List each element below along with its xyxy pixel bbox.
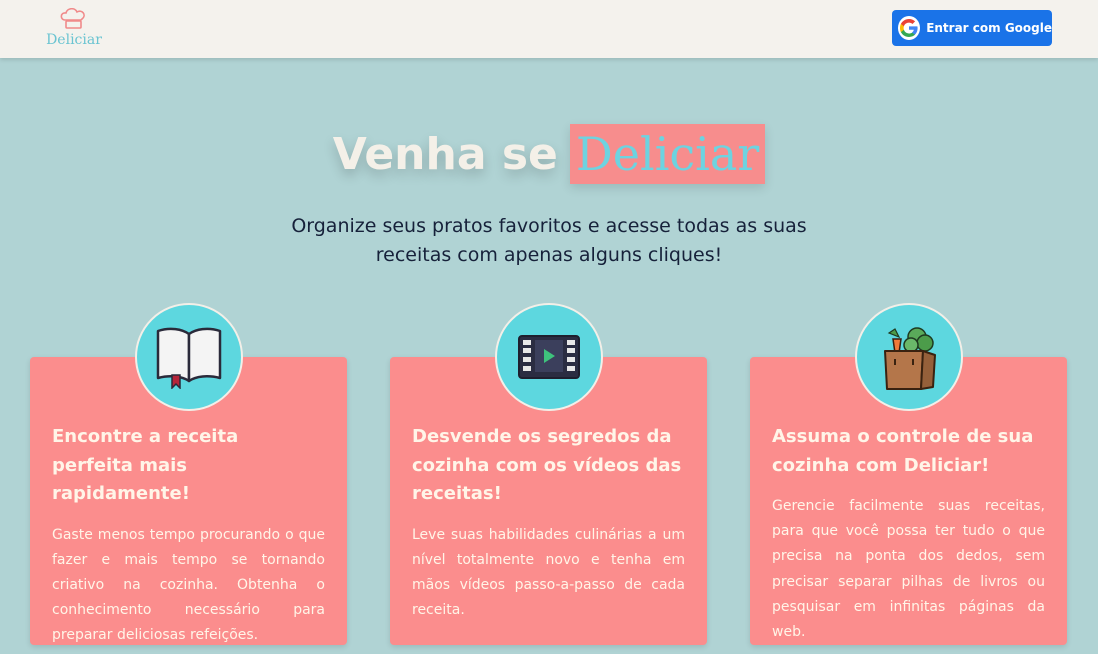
hero-title: Venha se Deliciar	[0, 122, 1098, 186]
logo-text: Deliciar	[46, 32, 102, 48]
feature-card-text: Gaste menos tempo procurando o que fazer…	[52, 526, 325, 644]
film-icon	[518, 335, 580, 379]
feature-card-text: Leve suas habilidades culinárias a um ní…	[412, 526, 685, 619]
top-header: Deliciar Entrar com Google	[0, 0, 1098, 58]
hero-subtitle: Organize seus pratos favoritos e acesse …	[0, 212, 1098, 270]
feature-circle-grocery	[855, 303, 963, 411]
feature-circle-book	[135, 303, 243, 411]
google-icon	[898, 16, 921, 40]
feature-card-text: Gerencie facilmente suas receitas, para …	[772, 498, 1045, 641]
feature-card-title: Assuma o controle de sua cozinha com Del…	[772, 426, 1034, 476]
hero-subtitle-line-1: Organize seus pratos favoritos e acesse …	[291, 215, 807, 237]
hero-subtitle-line-2: receitas com apenas alguns cliques!	[375, 244, 723, 266]
hero-title-prefix: Venha se	[332, 128, 558, 180]
feature-circle-film	[495, 303, 603, 411]
grocery-bag-icon	[884, 327, 936, 390]
hero-title-brand: Deliciar	[569, 124, 766, 184]
google-login-label: Entrar com Google	[926, 21, 1052, 35]
chef-hat-icon	[60, 8, 85, 29]
book-icon	[156, 327, 222, 389]
logo[interactable]: Deliciar	[45, 8, 103, 50]
feature-card-title: Encontre a receita perfeita mais rapidam…	[52, 426, 239, 504]
feature-card-title: Desvende os segredos da cozinha com os v…	[412, 426, 682, 504]
google-login-button[interactable]: Entrar com Google	[892, 10, 1052, 46]
